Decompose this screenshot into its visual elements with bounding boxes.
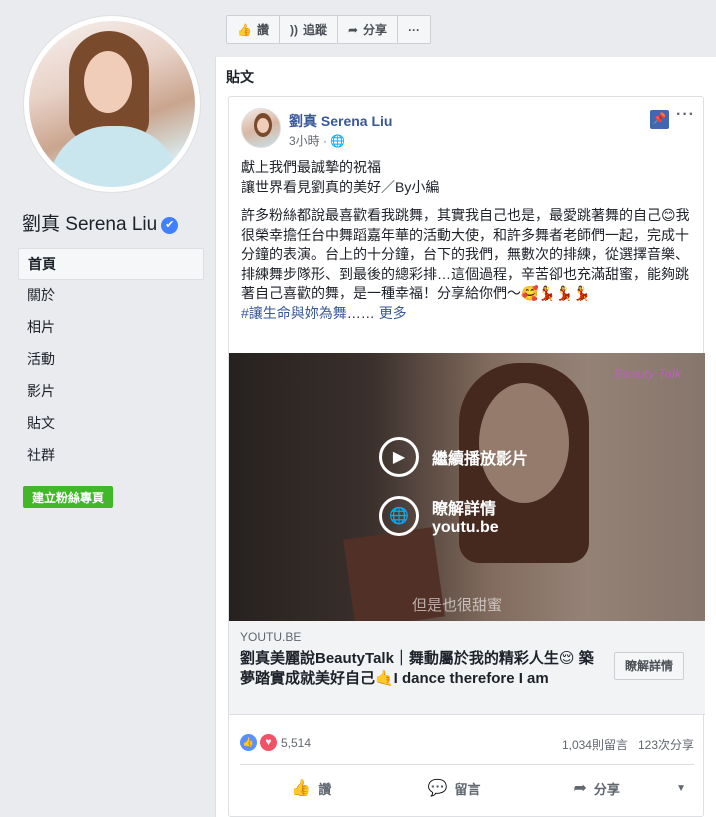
see-more-link[interactable]: 更多 xyxy=(379,305,407,321)
chevron-down-icon[interactable]: ▼ xyxy=(668,772,694,804)
hashtag-link[interactable]: #讓生命與妳為舞 xyxy=(241,305,347,321)
video-subtitle: 但是也很甜蜜 xyxy=(412,597,503,614)
share-count[interactable]: 123次分享 xyxy=(638,738,694,752)
footer-divider xyxy=(240,764,694,765)
page-name-text: 劉真 Serena Liu xyxy=(22,214,158,235)
thumbs-up-icon: 👍 xyxy=(237,22,252,37)
left-sidebar: 劉真 Serena Liu ✔ 首頁 關於 相片 活動 影片 貼文 社群 建立粉絲… xyxy=(0,0,214,817)
more-options-button[interactable]: ··· xyxy=(398,16,430,43)
share-page-button[interactable]: ➦ 分享 xyxy=(338,16,399,43)
post-footer: 👍 讚 💬 留言 ➦ 分享 ▼ xyxy=(240,772,694,804)
like-button[interactable]: 👍 讚 xyxy=(240,772,383,804)
like-reaction-icon[interactable]: 👍 xyxy=(240,734,257,751)
post-text-line2: 讓世界看見劉真的美好／By小編 xyxy=(241,178,440,195)
nav-item-home[interactable]: 首頁 xyxy=(18,248,204,280)
play-icon: ▶ xyxy=(379,437,419,477)
nav-item-events[interactable]: 活動 xyxy=(18,344,204,376)
comment-icon: 💬 xyxy=(427,780,448,797)
post-body: 許多粉絲都說最喜歡看我跳舞，其實我自己也是，最愛跳著舞的自己😊我很榮幸擔任台中舞… xyxy=(241,207,690,301)
post-text-line1: 獻上我們最誠摯的祝福 xyxy=(241,159,381,175)
post-stats: 👍 ♥ 5,514 1,034則留言 123次分享 xyxy=(240,733,694,753)
link-preview[interactable]: YOUTU.BE 劉真美麗說BeautyTalk｜舞動屬於我的精彩人生😌 築夢踏… xyxy=(229,621,705,715)
like-page-button[interactable]: 👍 讚 xyxy=(227,16,280,43)
post-text: 獻上我們最誠摯的祝福 讓世界看見劉真的美好／By小編 許多粉絲都說最喜歡看我跳舞… xyxy=(241,158,696,332)
continue-video-button[interactable]: ▶ 繼續播放影片 xyxy=(379,437,528,477)
love-reaction-icon[interactable]: ♥ xyxy=(260,734,277,751)
globe-icon: 🌐 xyxy=(330,134,346,148)
post-author-name[interactable]: 劉真 Serena Liu xyxy=(289,111,392,131)
profile-photo xyxy=(29,21,195,187)
learn-more-video-button[interactable]: 🌐 瞭解詳情 youtu.be xyxy=(379,495,499,537)
share-arrow-icon: ➦ xyxy=(347,22,359,37)
share-arrow-icon: ➦ xyxy=(573,780,587,797)
thumbs-up-icon: 👍 xyxy=(291,780,312,797)
video-preview[interactable]: Beauty Talk ▶ 繼續播放影片 🌐 瞭解詳情 youtu.be 但是也… xyxy=(229,353,705,621)
comment-count[interactable]: 1,034則留言 xyxy=(562,738,628,752)
pin-icon[interactable]: 📌 xyxy=(650,110,669,129)
comment-button[interactable]: 💬 留言 xyxy=(383,772,526,804)
create-page-button[interactable]: 建立粉絲專頁 xyxy=(23,486,114,508)
link-title[interactable]: 劉真美麗說BeautyTalk｜舞動屬於我的精彩人生😌 築夢踏實成就美好自己🤙I… xyxy=(240,649,600,688)
posts-section-title: 貼文 xyxy=(226,69,254,85)
nav-item-community[interactable]: 社群 xyxy=(18,440,204,472)
share-button[interactable]: ➦ 分享 xyxy=(525,772,668,804)
nav-item-photos[interactable]: 相片 xyxy=(18,312,204,344)
video-brand-logo: Beauty Talk xyxy=(614,366,682,381)
post-ellipsis: …… xyxy=(346,304,379,321)
nav-item-posts[interactable]: 貼文 xyxy=(18,408,204,440)
rss-icon: )) xyxy=(289,22,298,37)
nav-item-about[interactable]: 關於 xyxy=(18,280,204,312)
follow-button[interactable]: )) 追蹤 xyxy=(280,16,338,43)
posts-panel: 貼文 劉真 Serena Liu 3小時 · 🌐 📌 ··· 獻上我們最誠摯的祝… xyxy=(215,57,716,817)
page-action-bar: 👍 讚 )) 追蹤 ➦ 分享 ··· xyxy=(226,15,432,44)
page-name[interactable]: 劉真 Serena Liu ✔ xyxy=(22,209,179,236)
post-author-avatar[interactable] xyxy=(241,108,281,148)
globe-icon: 🌐 xyxy=(379,496,419,536)
post-timestamp[interactable]: 3小時 · 🌐 xyxy=(289,132,345,149)
link-domain: YOUTU.BE xyxy=(240,630,302,644)
profile-picture[interactable] xyxy=(23,15,201,193)
post-card: 劉真 Serena Liu 3小時 · 🌐 📌 ··· 獻上我們最誠摯的祝福 讓… xyxy=(228,96,705,817)
page-nav: 首頁 關於 相片 活動 影片 貼文 社群 xyxy=(18,248,204,472)
post-more-button[interactable]: ··· xyxy=(676,106,695,124)
reaction-count[interactable]: 5,514 xyxy=(281,736,311,750)
nav-item-videos[interactable]: 影片 xyxy=(18,376,204,408)
verified-badge-icon: ✔ xyxy=(161,217,179,234)
learn-more-button[interactable]: 瞭解詳情 xyxy=(614,652,685,680)
